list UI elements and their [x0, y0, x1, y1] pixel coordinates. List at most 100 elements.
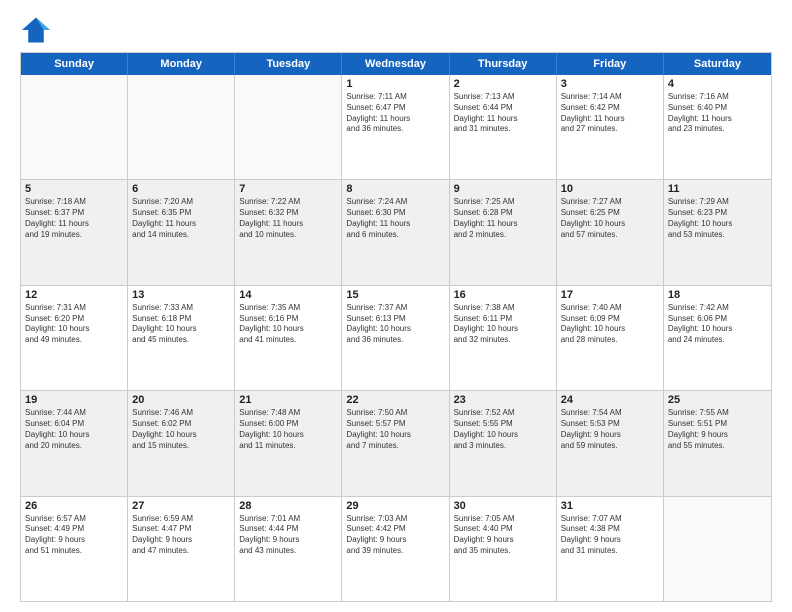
calendar-row-0: 1 Sunrise: 7:11 AMSunset: 6:47 PMDaylight…: [21, 75, 771, 179]
calendar-cell: 21 Sunrise: 7:48 AMSunset: 6:00 PMDayligh…: [235, 391, 342, 495]
day-number: 15: [346, 289, 444, 301]
calendar-cell: 18 Sunrise: 7:42 AMSunset: 6:06 PMDayligh…: [664, 286, 771, 390]
day-info: Sunrise: 7:11 AMSunset: 6:47 PMDaylight:…: [346, 92, 444, 135]
day-info: Sunrise: 7:54 AMSunset: 5:53 PMDaylight:…: [561, 408, 659, 451]
day-number: 21: [239, 394, 337, 406]
day-number: 29: [346, 500, 444, 512]
day-number: 18: [668, 289, 767, 301]
day-number: 28: [239, 500, 337, 512]
day-info: Sunrise: 7:40 AMSunset: 6:09 PMDaylight:…: [561, 303, 659, 346]
day-info: Sunrise: 7:03 AMSunset: 4:42 PMDaylight:…: [346, 514, 444, 557]
calendar-cell: 14 Sunrise: 7:35 AMSunset: 6:16 PMDayligh…: [235, 286, 342, 390]
day-number: 6: [132, 183, 230, 195]
day-info: Sunrise: 6:57 AMSunset: 4:49 PMDaylight:…: [25, 514, 123, 557]
day-number: 5: [25, 183, 123, 195]
day-number: 9: [454, 183, 552, 195]
header-cell-monday: Monday: [128, 53, 235, 75]
day-number: 1: [346, 78, 444, 90]
calendar-cell: 3 Sunrise: 7:14 AMSunset: 6:42 PMDaylight…: [557, 75, 664, 179]
calendar-cell: 22 Sunrise: 7:50 AMSunset: 5:57 PMDayligh…: [342, 391, 449, 495]
day-number: 26: [25, 500, 123, 512]
day-number: 19: [25, 394, 123, 406]
calendar: SundayMondayTuesdayWednesdayThursdayFrid…: [20, 52, 772, 602]
calendar-cell: 10 Sunrise: 7:27 AMSunset: 6:25 PMDayligh…: [557, 180, 664, 284]
calendar-cell: 5Sunrise: 7:18 AMSunset: 6:37 PMDaylight…: [21, 180, 128, 284]
day-number: 3: [561, 78, 659, 90]
calendar-cell: 24 Sunrise: 7:54 AMSunset: 5:53 PMDayligh…: [557, 391, 664, 495]
day-number: 12: [25, 289, 123, 301]
day-info: Sunrise: 7:52 AMSunset: 5:55 PMDaylight:…: [454, 408, 552, 451]
calendar-cell: 11Sunrise: 7:29 AMSunset: 6:23 PMDayligh…: [664, 180, 771, 284]
logo-icon: [20, 16, 52, 44]
calendar-cell: [235, 75, 342, 179]
calendar-cell: 29 Sunrise: 7:03 AMSunset: 4:42 PMDayligh…: [342, 497, 449, 601]
calendar-cell: 15 Sunrise: 7:37 AMSunset: 6:13 PMDayligh…: [342, 286, 449, 390]
header-cell-saturday: Saturday: [664, 53, 771, 75]
day-number: 10: [561, 183, 659, 195]
day-info: Sunrise: 7:37 AMSunset: 6:13 PMDaylight:…: [346, 303, 444, 346]
calendar-cell: 6Sunrise: 7:20 AMSunset: 6:35 PMDaylight…: [128, 180, 235, 284]
calendar-row-4: 26 Sunrise: 6:57 AMSunset: 4:49 PMDayligh…: [21, 496, 771, 601]
header-cell-wednesday: Wednesday: [342, 53, 449, 75]
logo: [20, 16, 56, 44]
page: SundayMondayTuesdayWednesdayThursdayFrid…: [0, 0, 792, 612]
header-cell-thursday: Thursday: [450, 53, 557, 75]
day-info: Sunrise: 7:50 AMSunset: 5:57 PMDaylight:…: [346, 408, 444, 451]
day-info: Sunrise: 7:14 AMSunset: 6:42 PMDaylight:…: [561, 92, 659, 135]
calendar-cell: 28 Sunrise: 7:01 AMSunset: 4:44 PMDayligh…: [235, 497, 342, 601]
day-number: 20: [132, 394, 230, 406]
day-info: Sunrise: 7:33 AMSunset: 6:18 PMDaylight:…: [132, 303, 230, 346]
day-number: 16: [454, 289, 552, 301]
day-number: 31: [561, 500, 659, 512]
day-number: 14: [239, 289, 337, 301]
day-info: Sunrise: 7:25 AMSunset: 6:28 PMDaylight:…: [454, 197, 552, 240]
header-cell-friday: Friday: [557, 53, 664, 75]
day-number: 27: [132, 500, 230, 512]
day-info: Sunrise: 7:27 AMSunset: 6:25 PMDaylight:…: [561, 197, 659, 240]
day-info: Sunrise: 7:44 AMSunset: 6:04 PMDaylight:…: [25, 408, 123, 451]
calendar-cell: 19 Sunrise: 7:44 AMSunset: 6:04 PMDayligh…: [21, 391, 128, 495]
day-info: Sunrise: 7:35 AMSunset: 6:16 PMDaylight:…: [239, 303, 337, 346]
day-number: 23: [454, 394, 552, 406]
day-number: 8: [346, 183, 444, 195]
day-info: Sunrise: 7:13 AMSunset: 6:44 PMDaylight:…: [454, 92, 552, 135]
calendar-cell: 20 Sunrise: 7:46 AMSunset: 6:02 PMDayligh…: [128, 391, 235, 495]
calendar-cell: [21, 75, 128, 179]
day-number: 22: [346, 394, 444, 406]
calendar-row-2: 12 Sunrise: 7:31 AMSunset: 6:20 PMDayligh…: [21, 285, 771, 390]
day-info: Sunrise: 7:24 AMSunset: 6:30 PMDaylight:…: [346, 197, 444, 240]
day-info: Sunrise: 7:55 AMSunset: 5:51 PMDaylight:…: [668, 408, 767, 451]
calendar-cell: 7 Sunrise: 7:22 AMSunset: 6:32 PMDaylight…: [235, 180, 342, 284]
calendar-cell: 12 Sunrise: 7:31 AMSunset: 6:20 PMDayligh…: [21, 286, 128, 390]
calendar-cell: 25 Sunrise: 7:55 AMSunset: 5:51 PMDayligh…: [664, 391, 771, 495]
day-info: Sunrise: 7:46 AMSunset: 6:02 PMDaylight:…: [132, 408, 230, 451]
day-number: 30: [454, 500, 552, 512]
calendar-cell: 1 Sunrise: 7:11 AMSunset: 6:47 PMDaylight…: [342, 75, 449, 179]
day-number: 13: [132, 289, 230, 301]
header-cell-tuesday: Tuesday: [235, 53, 342, 75]
day-info: Sunrise: 7:07 AMSunset: 4:38 PMDaylight:…: [561, 514, 659, 557]
calendar-cell: 13 Sunrise: 7:33 AMSunset: 6:18 PMDayligh…: [128, 286, 235, 390]
calendar-cell: 23 Sunrise: 7:52 AMSunset: 5:55 PMDayligh…: [450, 391, 557, 495]
day-info: Sunrise: 7:29 AMSunset: 6:23 PMDaylight:…: [668, 197, 767, 240]
calendar-header: SundayMondayTuesdayWednesdayThursdayFrid…: [21, 53, 771, 75]
day-info: Sunrise: 7:22 AMSunset: 6:32 PMDaylight:…: [239, 197, 337, 240]
calendar-cell: [664, 497, 771, 601]
day-number: 7: [239, 183, 337, 195]
day-number: 25: [668, 394, 767, 406]
day-number: 24: [561, 394, 659, 406]
calendar-cell: 31 Sunrise: 7:07 AMSunset: 4:38 PMDayligh…: [557, 497, 664, 601]
day-number: 2: [454, 78, 552, 90]
calendar-cell: 2 Sunrise: 7:13 AMSunset: 6:44 PMDaylight…: [450, 75, 557, 179]
day-info: Sunrise: 7:42 AMSunset: 6:06 PMDaylight:…: [668, 303, 767, 346]
calendar-cell: 16Sunrise: 7:38 AMSunset: 6:11 PMDayligh…: [450, 286, 557, 390]
day-info: Sunrise: 7:31 AMSunset: 6:20 PMDaylight:…: [25, 303, 123, 346]
day-info: Sunrise: 7:01 AMSunset: 4:44 PMDaylight:…: [239, 514, 337, 557]
calendar-cell: 26 Sunrise: 6:57 AMSunset: 4:49 PMDayligh…: [21, 497, 128, 601]
day-info: Sunrise: 6:59 AMSunset: 4:47 PMDaylight:…: [132, 514, 230, 557]
calendar-row-1: 5Sunrise: 7:18 AMSunset: 6:37 PMDaylight…: [21, 179, 771, 284]
calendar-cell: 9 Sunrise: 7:25 AMSunset: 6:28 PMDaylight…: [450, 180, 557, 284]
calendar-cell: 17Sunrise: 7:40 AMSunset: 6:09 PMDayligh…: [557, 286, 664, 390]
day-info: Sunrise: 7:48 AMSunset: 6:00 PMDaylight:…: [239, 408, 337, 451]
day-number: 4: [668, 78, 767, 90]
